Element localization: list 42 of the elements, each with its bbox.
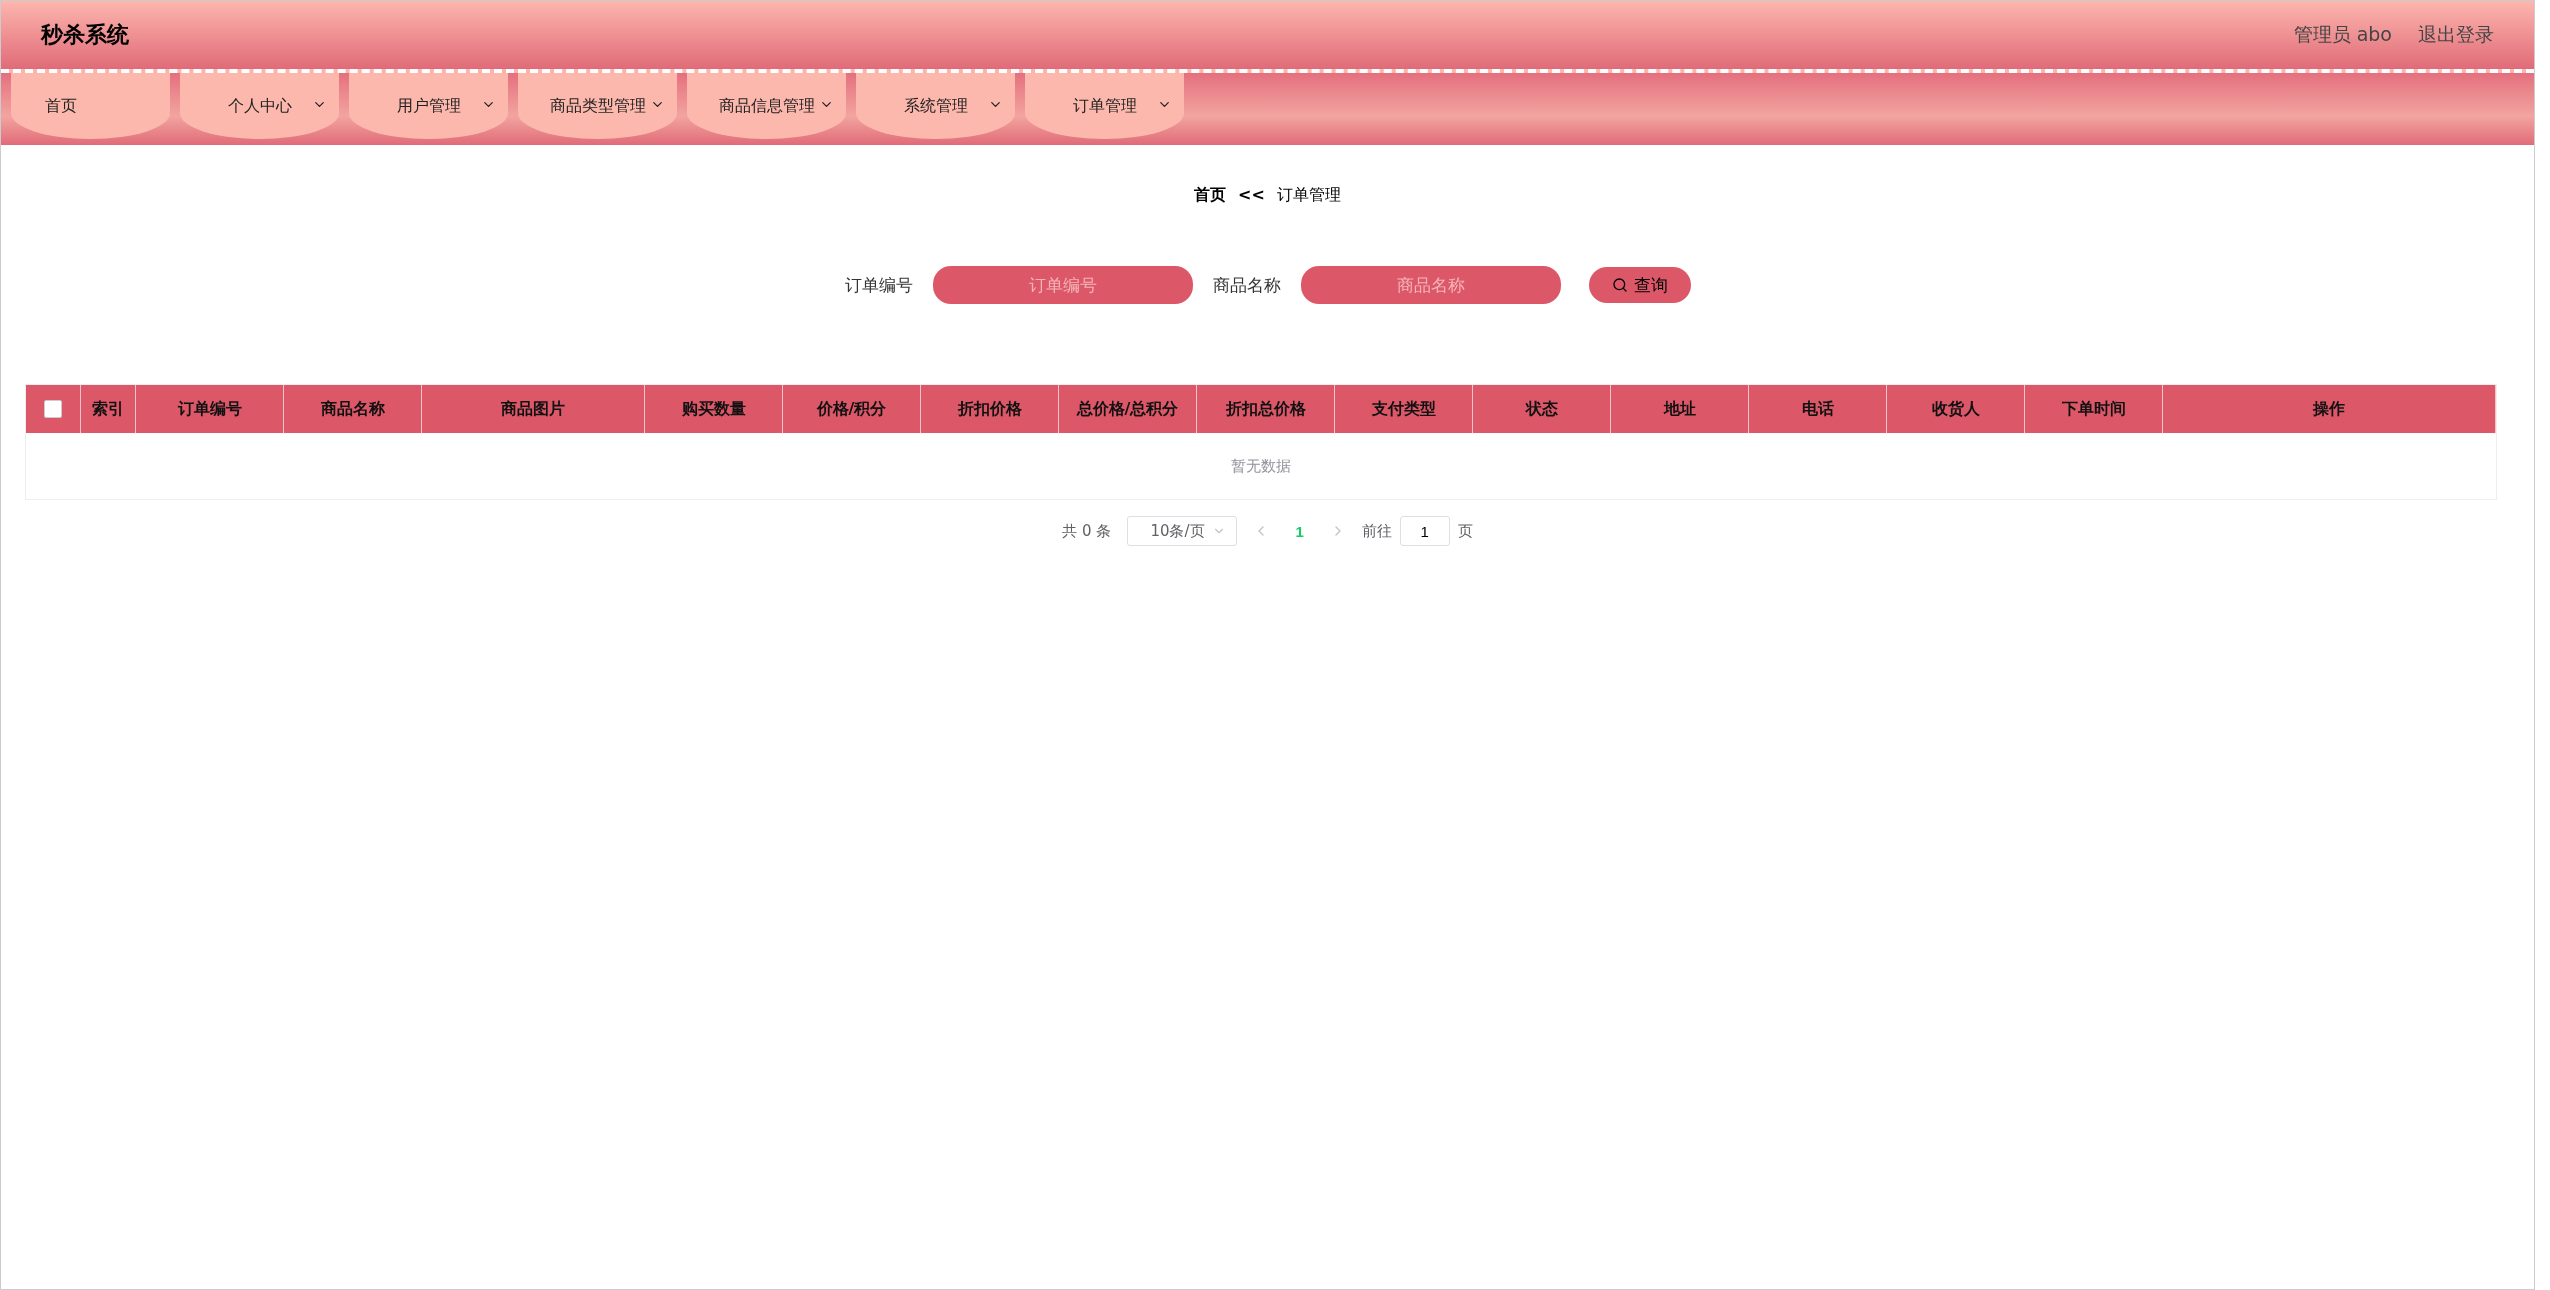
select-all-checkbox[interactable] [44, 400, 62, 418]
breadcrumb-separator: << [1238, 185, 1265, 206]
column-header: 地址 [1611, 385, 1749, 433]
goto-label: 前往 [1361, 521, 1392, 541]
nav-tab[interactable]: 个人中心 [180, 73, 339, 139]
search-field[interactable]: 订单编号 [932, 266, 1193, 304]
column-header: 折扣价格 [921, 385, 1059, 433]
nav-tab[interactable]: 用户管理 [349, 73, 508, 139]
page-size-select[interactable]: 10条/页 [1127, 516, 1238, 546]
column-header: 总价格/总积分 [1059, 385, 1197, 433]
total-count: 共 0 条 [1062, 521, 1112, 541]
column-header: 折扣总价格 [1197, 385, 1335, 433]
column-header: 索引 [81, 385, 136, 433]
nav-tab[interactable]: 系统管理 [856, 73, 1015, 139]
page-unit-label: 页 [1457, 521, 1473, 541]
search-icon [1611, 277, 1628, 293]
column-header: 商品图片 [422, 385, 645, 433]
column-header: 价格/积分 [783, 385, 921, 433]
breadcrumb-current: 订单管理 [1276, 185, 1341, 206]
site-title: 秒杀系统 [41, 21, 129, 49]
column-header: 购买数量 [645, 385, 783, 433]
column-header: 操作 [2163, 385, 2496, 433]
breadcrumb-link[interactable]: 首页 [1194, 185, 1227, 206]
column-header: 支付类型 [1335, 385, 1473, 433]
column-header: 商品名称 [284, 385, 422, 433]
search-button[interactable]: 查询 [1588, 267, 1691, 303]
column-header: 状态 [1473, 385, 1611, 433]
empty-message: 暂无数据 [1231, 456, 1291, 476]
column-header: 下单时间 [2025, 385, 2163, 433]
nav-tab[interactable]: 订单管理 [1025, 73, 1184, 139]
nav-tab[interactable]: 商品类型管理 [518, 73, 677, 139]
search-field[interactable]: 商品名称 [1300, 266, 1561, 304]
column-header: 订单编号 [136, 385, 284, 433]
nav-tab[interactable]: 商品信息管理 [687, 73, 846, 139]
column-header: 电话 [1749, 385, 1887, 433]
column-header: 收货人 [1887, 385, 2025, 433]
field-label: 订单编号 [844, 273, 913, 297]
field-label: 商品名称 [1212, 273, 1281, 297]
logout-link[interactable]: 退出登录 [2418, 22, 2494, 48]
user-label: 管理员 abo [2293, 22, 2392, 47]
nav-tab[interactable]: 首页 [11, 73, 170, 139]
page-input[interactable]: 1 [1399, 516, 1450, 546]
